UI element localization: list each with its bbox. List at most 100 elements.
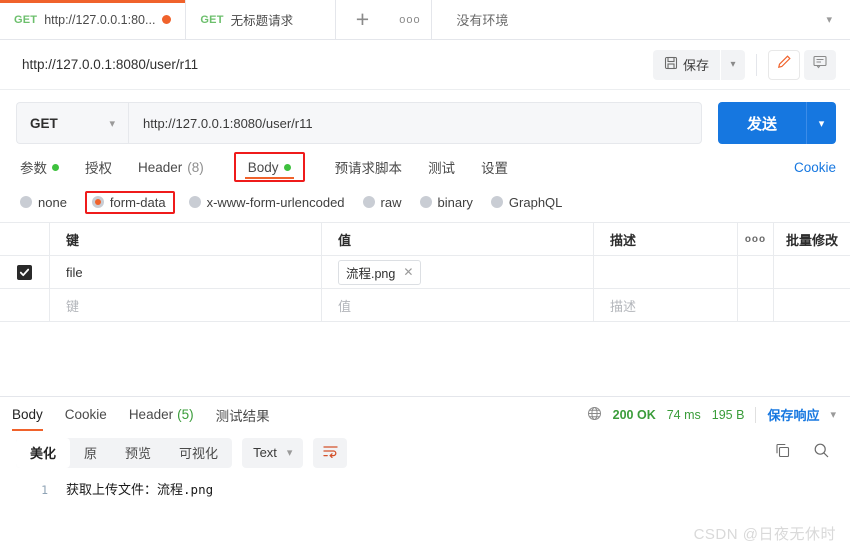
environment-selector[interactable]: 没有环境 ▾: [432, 0, 850, 39]
row-options-icon[interactable]: [738, 256, 774, 288]
radio-icon: [362, 196, 375, 208]
response-tabs: Body Cookie Header (5) 测试结果 200 OK 74 ms…: [0, 397, 850, 433]
copy-button[interactable]: [774, 442, 791, 464]
tab-header[interactable]: Header (8): [138, 150, 204, 184]
content-type-value: Text: [253, 445, 277, 460]
status-dot-icon: [52, 163, 59, 171]
save-button[interactable]: 保存: [652, 49, 720, 80]
view-mode-visualize[interactable]: 可视化: [165, 438, 232, 468]
body-type-form-data[interactable]: form-data: [84, 190, 175, 214]
view-mode-raw[interactable]: 原: [70, 438, 111, 468]
view-mode-pretty[interactable]: 美化: [16, 437, 71, 468]
tab-prerequest-script[interactable]: 预请求脚本: [335, 150, 403, 184]
toolbar-divider: [756, 53, 757, 76]
row-bulk-cell: [774, 256, 850, 288]
placeholder-checkbox-cell: [0, 289, 50, 321]
placeholder-value-label: 值: [338, 298, 352, 314]
tab-params[interactable]: 参数: [20, 150, 59, 184]
view-mode-segments: 美化 原 预览 可视化: [16, 437, 233, 468]
new-tab-button[interactable]: +: [336, 0, 389, 39]
tab-tests[interactable]: 测试: [428, 150, 455, 184]
body-type-urlencoded[interactable]: x-www-form-urlencoded: [188, 195, 345, 210]
request-tab-2[interactable]: GET 无标题请求: [186, 0, 337, 39]
line-number: 1: [41, 482, 48, 497]
response-tab-body[interactable]: Body: [12, 397, 43, 433]
search-button[interactable]: [813, 442, 830, 464]
response-tab-cookie[interactable]: Cookie: [65, 397, 107, 433]
placeholder-value-input[interactable]: 值: [322, 289, 594, 321]
table-row-placeholder: 键 值 描述: [0, 289, 850, 322]
unsaved-indicator-icon: [162, 15, 172, 24]
file-chip[interactable]: 流程.png ✕: [338, 259, 422, 285]
body-type-graphql-label: GraphQL: [508, 194, 563, 210]
code-line: 1 获取上传文件：流程.png: [0, 479, 850, 498]
response-tab-header-count: (5): [177, 407, 194, 422]
tab-body[interactable]: Body: [233, 152, 305, 182]
placeholder-key-input[interactable]: 键: [50, 289, 322, 321]
response-tab-header[interactable]: Header (5): [129, 397, 194, 433]
body-type-raw[interactable]: raw: [362, 194, 402, 210]
header-cell-key: 键: [50, 223, 322, 255]
bulk-edit-button[interactable]: 批量修改: [774, 223, 850, 255]
tab-settings[interactable]: 设置: [481, 150, 508, 184]
api-client-window: GET http://127.0.0.1:80... GET 无标题请求 + o…: [0, 0, 850, 552]
tab-bar: GET http://127.0.0.1:80... GET 无标题请求 + o…: [0, 0, 850, 40]
row-description-input[interactable]: [594, 256, 738, 288]
send-options-button[interactable]: ▾: [806, 102, 836, 144]
header-cell-description: 描述: [594, 223, 738, 255]
form-data-table: 键 值 描述 ooo 批量修改 file 流程.png ✕ 键 值 描述: [0, 222, 850, 322]
row-value-cell[interactable]: 流程.png ✕: [322, 256, 594, 288]
cookie-link[interactable]: Cookie: [794, 160, 836, 175]
radio-icon: [419, 196, 432, 208]
tab-overflow-menu-icon[interactable]: ooo: [388, 0, 433, 39]
body-type-binary[interactable]: binary: [419, 195, 473, 210]
body-type-graphql[interactable]: GraphQL: [490, 194, 563, 210]
placeholder-description-input[interactable]: 描述: [594, 289, 738, 321]
body-type-raw-label: raw: [380, 194, 402, 210]
table-row: file 流程.png ✕: [0, 256, 850, 289]
chevron-down-icon: ▾: [286, 447, 293, 459]
pencil-icon: [776, 54, 792, 75]
url-input-value: http://127.0.0.1:8080/user/r11: [143, 115, 313, 131]
content-type-select[interactable]: Text ▾: [242, 437, 304, 468]
comment-button[interactable]: [804, 49, 836, 80]
request-tab-1[interactable]: GET http://127.0.0.1:80...: [0, 0, 187, 39]
tab-settings-label: 设置: [481, 161, 509, 176]
floppy-disk-icon: [664, 56, 678, 73]
response-tab-test-results[interactable]: 测试结果: [216, 397, 270, 433]
chevron-down-icon[interactable]: ▾: [830, 408, 836, 421]
save-options-button[interactable]: ▾: [721, 49, 745, 80]
response-body-text: 获取上传文件：流程.png: [48, 479, 213, 498]
word-wrap-button[interactable]: [313, 437, 348, 468]
url-input[interactable]: http://127.0.0.1:8080/user/r11: [128, 102, 702, 144]
header-cell-value: 值: [322, 223, 594, 255]
comment-icon: [812, 54, 828, 75]
tab-body-label: Body: [247, 159, 279, 175]
http-method-select[interactable]: GET ▾: [16, 102, 128, 144]
edit-button[interactable]: [768, 49, 800, 80]
body-type-none[interactable]: none: [20, 195, 67, 210]
save-response-button[interactable]: 保存响应: [767, 405, 819, 424]
radio-icon: [20, 196, 32, 208]
http-method-value: GET: [30, 115, 58, 131]
tab-title-label: http://127.0.0.1:80...: [44, 12, 156, 27]
response-tab-body-label: Body: [12, 407, 43, 422]
placeholder-key-label: 键: [66, 298, 80, 314]
send-button[interactable]: 发送: [718, 102, 806, 144]
row-checkbox-cell: [0, 256, 50, 288]
row-key-input[interactable]: file: [50, 256, 322, 288]
placeholder-bulk-cell: [774, 289, 850, 321]
table-options-icon[interactable]: ooo: [738, 223, 774, 255]
tab-auth[interactable]: 授权: [85, 150, 112, 184]
response-meta: 200 OK 74 ms 195 B 保存响应 ▾: [587, 405, 836, 424]
view-mode-preview[interactable]: 预览: [111, 438, 165, 468]
radio-selected-icon: [91, 196, 104, 208]
placeholder-options-cell: [738, 289, 774, 321]
meta-divider: [755, 406, 757, 423]
request-tabs: 参数 授权 Header (8) Body 预请求脚本 测试 设置 Cookie: [0, 150, 850, 184]
row-checkbox[interactable]: [17, 264, 32, 280]
radio-icon: [490, 196, 503, 208]
row-key-value: file: [66, 264, 83, 280]
request-bar: GET ▾ http://127.0.0.1:8080/user/r11 发送 …: [0, 90, 850, 150]
remove-file-icon[interactable]: ✕: [403, 265, 413, 279]
